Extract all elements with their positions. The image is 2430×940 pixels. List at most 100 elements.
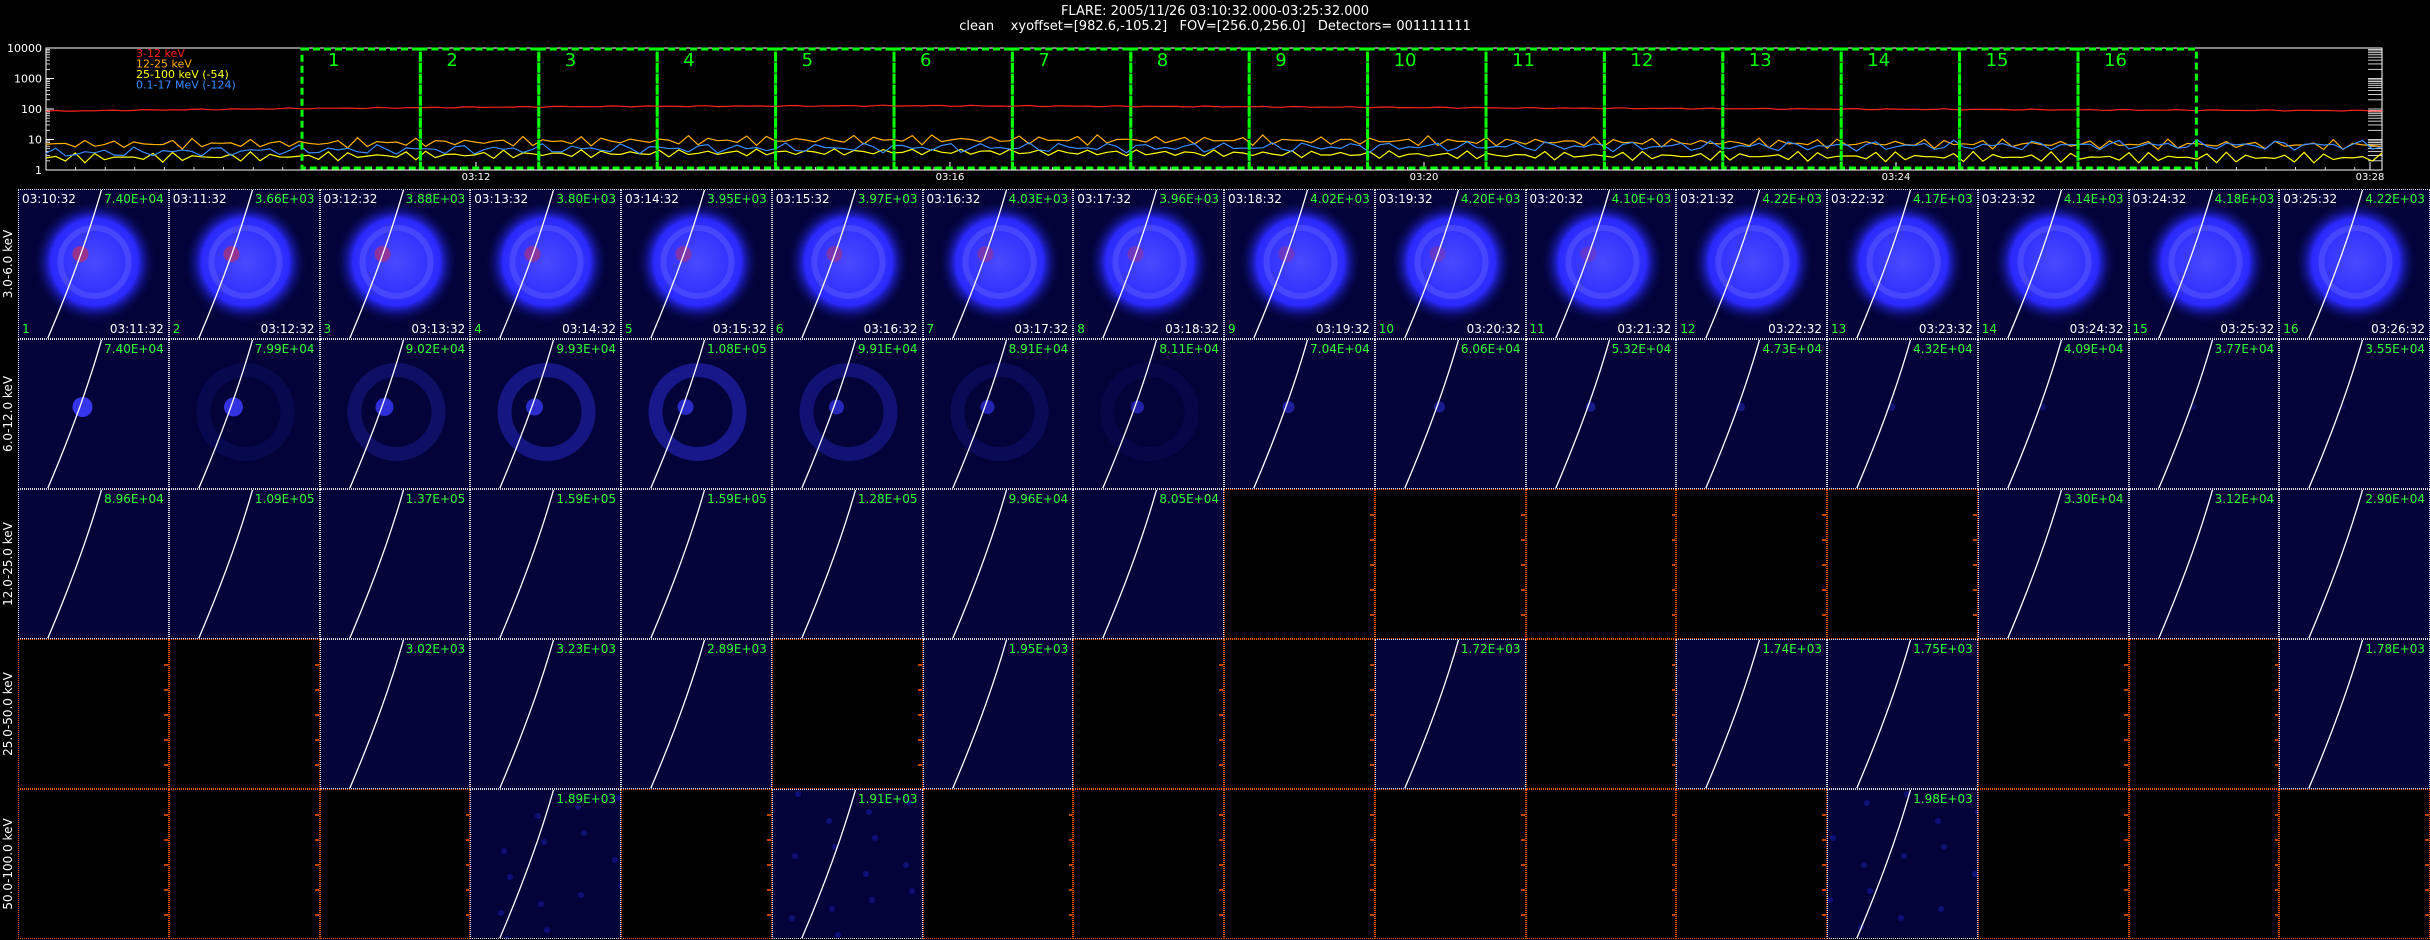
noise-blob xyxy=(504,936,511,938)
empty-image-cell[interactable] xyxy=(18,789,169,939)
empty-image-cell[interactable] xyxy=(1224,639,1375,789)
image-cell[interactable]: 4.20E+03 03:19:32 03:20:32 10 xyxy=(1374,189,1526,339)
empty-image-cell[interactable] xyxy=(1676,489,1827,639)
image-cell[interactable]: 3.30E+04 xyxy=(1977,489,2129,639)
solar-limb xyxy=(951,640,1007,788)
empty-image-cell[interactable] xyxy=(18,639,169,789)
image-cell[interactable]: 3.97E+03 03:15:32 03:16:32 6 xyxy=(771,189,923,339)
image-cell[interactable]: 4.18E+03 03:24:32 03:25:32 15 xyxy=(2128,189,2280,339)
image-cell[interactable]: 7.40E+04 xyxy=(18,339,169,489)
image-cell[interactable]: 4.73E+04 xyxy=(1676,339,1827,489)
image-canvas xyxy=(2157,490,2213,638)
image-cell[interactable]: 4.17E+03 03:22:32 03:23:32 13 xyxy=(1827,189,1978,339)
image-cell[interactable]: 3.23E+03 xyxy=(470,639,621,789)
image-max-value: 1.28E+05 xyxy=(857,492,918,506)
image-cell[interactable]: 3.88E+03 03:12:32 03:13:32 3 xyxy=(319,189,471,339)
empty-image-cell[interactable] xyxy=(168,789,320,939)
empty-image-cell[interactable] xyxy=(621,789,772,939)
image-cell[interactable]: 1.95E+03 xyxy=(922,639,1074,789)
image-cell[interactable]: 5.32E+04 xyxy=(1525,339,1677,489)
image-max-value: 3.02E+03 xyxy=(405,642,466,656)
image-cell[interactable]: 4.03E+03 03:16:32 03:17:32 7 xyxy=(922,189,1074,339)
image-cell[interactable]: 3.02E+03 xyxy=(319,639,471,789)
image-cell[interactable]: 1.74E+03 xyxy=(1676,639,1827,789)
empty-image-cell[interactable] xyxy=(1224,489,1375,639)
image-cell[interactable]: 9.96E+04 xyxy=(922,489,1074,639)
noise-blob xyxy=(828,906,835,912)
image-cell[interactable]: 3.55E+04 xyxy=(2279,339,2430,489)
image-cell[interactable]: 7.04E+04 xyxy=(1224,339,1375,489)
image-cell[interactable]: 4.02E+03 03:18:32 03:19:32 9 xyxy=(1224,189,1375,339)
empty-image-cell[interactable] xyxy=(1827,489,1978,639)
empty-image-cell[interactable] xyxy=(1224,789,1375,939)
empty-image-cell[interactable] xyxy=(1073,639,1224,789)
image-cell[interactable]: 1.72E+03 xyxy=(1374,639,1526,789)
image-cell[interactable]: 1.59E+05 xyxy=(470,489,621,639)
solar-limb xyxy=(650,640,706,788)
image-cell[interactable]: 3.66E+03 03:11:32 03:12:32 2 xyxy=(168,189,320,339)
image-cell[interactable]: 3.12E+04 xyxy=(2128,489,2280,639)
image-canvas xyxy=(2143,190,2267,338)
image-cell[interactable]: 9.93E+04 xyxy=(470,339,621,489)
image-cell[interactable]: 7.99E+04 xyxy=(168,339,320,489)
image-cell[interactable]: 2.89E+03 xyxy=(621,639,772,789)
image-max-value: 2.89E+03 xyxy=(707,642,767,656)
image-cell[interactable]: 4.32E+04 xyxy=(1827,339,1978,489)
empty-image-cell[interactable] xyxy=(771,639,923,789)
image-cell[interactable]: 8.05E+04 xyxy=(1073,489,1224,639)
image-cell[interactable]: 4.14E+03 03:23:32 03:24:32 14 xyxy=(1977,189,2129,339)
image-cell[interactable]: 4.10E+03 03:20:32 03:21:32 11 xyxy=(1525,189,1677,339)
empty-image-cell[interactable] xyxy=(319,789,471,939)
image-cell[interactable]: 8.96E+04 xyxy=(18,489,169,639)
image-cell[interactable]: 6.06E+04 xyxy=(1374,339,1526,489)
image-cell[interactable]: 1.98E+03 xyxy=(1827,789,1978,939)
image-max-value: 1.74E+03 xyxy=(1762,642,1822,656)
image-cell[interactable]: 3.80E+03 03:13:32 03:14:32 4 xyxy=(470,189,621,339)
image-canvas xyxy=(47,490,103,638)
empty-image-cell[interactable] xyxy=(922,789,1074,939)
image-max-value: 9.02E+04 xyxy=(405,342,466,356)
empty-image-cell[interactable] xyxy=(1525,789,1677,939)
image-cell[interactable]: 9.02E+04 xyxy=(319,339,471,489)
image-cell[interactable]: 1.91E+03 xyxy=(771,789,923,939)
image-cell[interactable]: 1.09E+05 xyxy=(168,489,320,639)
image-cell[interactable]: 2.90E+04 xyxy=(2279,489,2430,639)
image-cell[interactable]: 1.59E+05 xyxy=(621,489,772,639)
image-canvas xyxy=(2293,190,2418,338)
empty-image-cell[interactable] xyxy=(2128,789,2280,939)
empty-image-cell[interactable] xyxy=(1977,789,2129,939)
empty-image-cell[interactable] xyxy=(2128,639,2280,789)
image-cell[interactable]: 9.91E+04 xyxy=(771,339,923,489)
image-canvas xyxy=(650,490,706,638)
empty-image-cell[interactable] xyxy=(1525,489,1677,639)
image-cell[interactable]: 1.89E+03 xyxy=(470,789,621,939)
image-cell[interactable]: 1.08E+05 xyxy=(621,339,772,489)
image-cell[interactable]: 4.22E+03 03:25:32 03:26:32 16 xyxy=(2279,189,2430,339)
image-max-value: 4.17E+03 xyxy=(1913,192,1973,206)
empty-image-cell[interactable] xyxy=(2279,789,2430,939)
energy-band-text: 12.0-25.0 keV xyxy=(1,522,15,606)
image-cell[interactable]: 3.77E+04 xyxy=(2128,339,2280,489)
empty-image-cell[interactable] xyxy=(1977,639,2129,789)
image-cell[interactable]: 3.95E+03 03:14:32 03:15:32 5 xyxy=(621,189,772,339)
source-emission xyxy=(1992,200,2117,324)
image-cell[interactable]: 8.11E+04 xyxy=(1073,339,1224,489)
image-cell[interactable]: 1.75E+03 xyxy=(1827,639,1978,789)
empty-image-cell[interactable] xyxy=(1525,639,1677,789)
empty-image-cell[interactable] xyxy=(1374,789,1526,939)
empty-image-cell[interactable] xyxy=(168,639,320,789)
image-canvas xyxy=(2308,640,2364,788)
image-cell[interactable]: 1.78E+03 xyxy=(2279,639,2430,789)
empty-image-cell[interactable] xyxy=(1073,789,1224,939)
image-cell[interactable]: 4.09E+04 xyxy=(1977,339,2129,489)
image-cell[interactable]: 1.37E+05 xyxy=(319,489,471,639)
image-cell[interactable]: 7.40E+04 03:10:32 03:11:32 1 xyxy=(18,189,169,339)
empty-image-cell[interactable] xyxy=(1374,489,1526,639)
empty-image-cell[interactable] xyxy=(1676,789,1827,939)
image-cell[interactable]: 4.22E+03 03:21:32 03:22:32 12 xyxy=(1676,189,1827,339)
image-cell[interactable]: 1.28E+05 xyxy=(771,489,923,639)
image-cell[interactable]: 8.91E+04 xyxy=(922,339,1074,489)
image-canvas xyxy=(951,640,1007,788)
image-cell[interactable]: 3.96E+03 03:17:32 03:18:32 8 xyxy=(1073,189,1224,339)
interval-number: 10 xyxy=(1378,322,1395,336)
